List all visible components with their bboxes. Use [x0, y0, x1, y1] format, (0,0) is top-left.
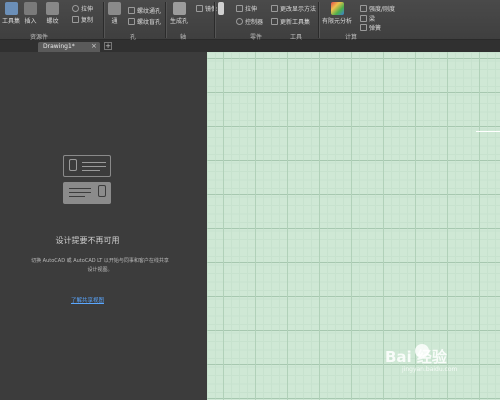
fea-icon — [330, 2, 344, 15]
outline-icon — [218, 2, 224, 15]
generate-hole-button[interactable]: 生成孔 — [170, 2, 188, 25]
feed-card-icon — [63, 155, 111, 177]
circle-icon — [72, 5, 79, 12]
pull-icon — [236, 5, 243, 12]
bolt-hole-icon — [128, 7, 135, 14]
pull-tool[interactable]: 拉伸 — [236, 4, 257, 13]
beam-icon — [360, 15, 367, 22]
replace-display-button[interactable]: 更改显示方法 — [271, 4, 316, 13]
bolt-holes-button[interactable]: 螺纹通孔 — [128, 6, 161, 15]
control-tool[interactable]: 控制器 — [236, 17, 263, 26]
learn-shared-views-link[interactable]: 了解共享视图 — [0, 296, 175, 304]
through-button[interactable]: 通 — [108, 2, 121, 25]
tools-icon — [4, 2, 18, 15]
update-tool-button[interactable]: 更新工具集 — [271, 17, 310, 26]
blind-holes-button[interactable]: 螺纹盲孔 — [128, 17, 161, 26]
strength-icon — [360, 5, 367, 12]
autocad-window: 工具集 插入 螺纹 拉伸 复制 资源件 通 螺纹通孔 螺纹盲孔 孔 生成孔 镜像… — [0, 0, 500, 400]
ribbon-separator — [214, 2, 215, 38]
circle-tool[interactable]: 拉伸 — [72, 4, 93, 13]
feed-unavailable-message: 切换 AutoCAD 或 AutoCAD LT 以开始与同事和客户在线共享设计视… — [31, 258, 169, 273]
insert-lib-button[interactable]: 插入 — [24, 2, 37, 25]
strength-button[interactable]: 强度/刚度 — [360, 4, 395, 13]
ribbon-separator — [103, 2, 104, 38]
display-icon — [271, 5, 278, 12]
close-icon[interactable]: × — [91, 42, 97, 50]
feed-card-icon — [63, 182, 111, 204]
copy-tool[interactable]: 复制 — [72, 15, 93, 24]
lock-icon — [98, 185, 106, 197]
drawing-canvas[interactable] — [207, 52, 500, 400]
through-icon — [108, 2, 121, 15]
generate-icon — [172, 2, 186, 15]
spring-button[interactable]: 弹簧 — [360, 23, 381, 32]
feed-unavailable-title: 设计提要不再可用 — [55, 236, 120, 245]
outline-button[interactable] — [218, 2, 224, 16]
thread-icon — [46, 2, 59, 15]
ribbon: 工具集 插入 螺纹 拉伸 复制 资源件 通 螺纹通孔 螺纹盲孔 孔 生成孔 镜像… — [0, 0, 500, 41]
blind-hole-icon — [128, 18, 135, 25]
crosshair-cursor — [476, 131, 500, 132]
lock-icon — [69, 159, 77, 171]
baidu-paw-logo — [415, 344, 429, 358]
mirror-icon — [196, 5, 203, 12]
insert-icon — [24, 2, 37, 15]
design-feed-panel: 设计提要不再可用 切换 AutoCAD 或 AutoCAD LT 以开始与同事和… — [0, 52, 207, 400]
ribbon-separator — [165, 2, 166, 38]
control-icon — [236, 18, 243, 25]
new-tab-button[interactable]: + — [104, 42, 112, 50]
ribbon-separator — [318, 2, 319, 38]
thread-lib-button[interactable]: 螺纹 — [46, 2, 59, 25]
baidu-watermark-url: jingyan.baidu.com — [402, 366, 458, 373]
fea-analysis-button[interactable]: 有限元分析 — [322, 2, 352, 25]
tools-lib-button[interactable]: 工具集 — [2, 2, 20, 25]
copy-icon — [72, 16, 79, 23]
beam-button[interactable]: 梁 — [360, 14, 375, 23]
spring-icon — [360, 24, 367, 31]
update-icon — [271, 18, 278, 25]
